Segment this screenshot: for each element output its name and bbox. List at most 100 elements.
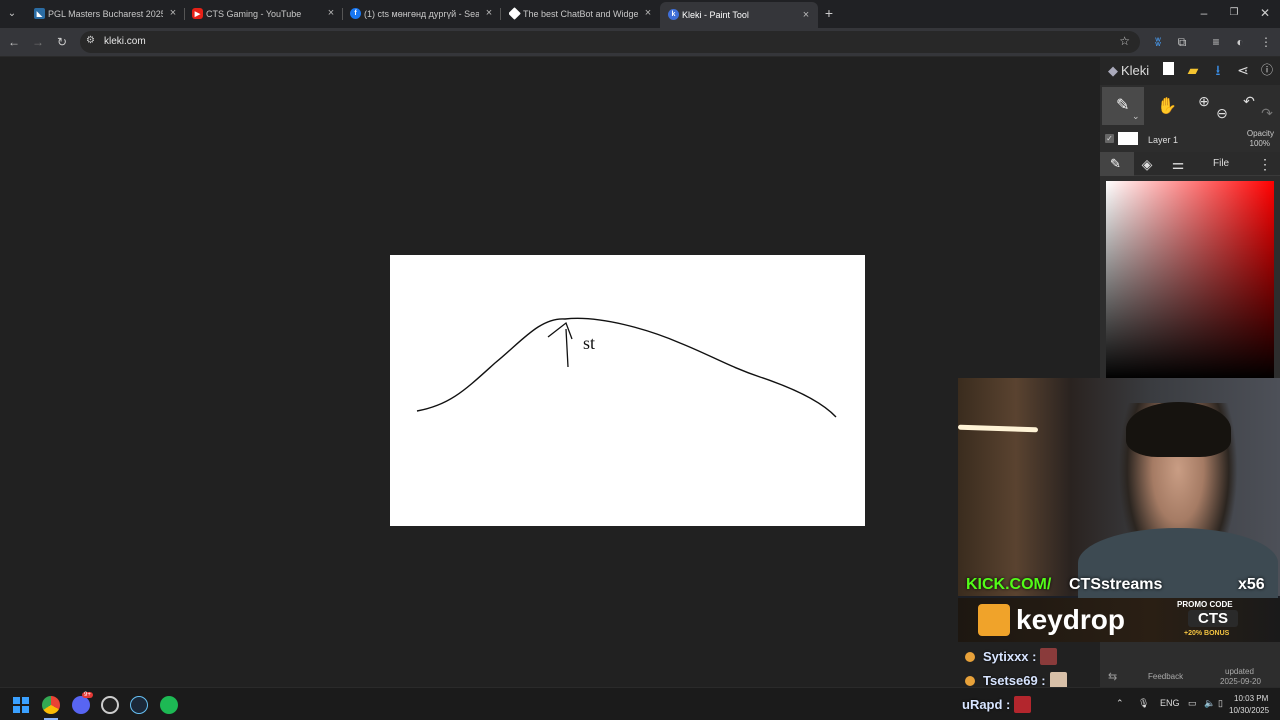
chat-message: uRapd : [962,696,1032,713]
extensions-puzzle-icon[interactable]: ⧉ [1174,34,1190,50]
youtube-icon: ▶ [192,8,203,19]
reading-list-icon[interactable]: ≡ [1208,34,1224,50]
tray-overflow-chevron-icon[interactable]: ⌃ [1116,698,1124,709]
chat-username: Sytixxx : [983,649,1037,664]
windows-start-icon[interactable] [13,697,29,713]
address-text: kleki.com [104,36,146,47]
close-icon[interactable]: × [483,7,495,19]
sponsor-banner: keydrop PROMO CODE CTS +20% BONUS [958,598,1280,642]
close-icon[interactable]: × [642,7,654,19]
extension-bluetooth-icon[interactable]: ʬ [1150,34,1166,50]
webcam-feed [958,378,1280,598]
browser-tab-strip: ⌄ ◣ PGL Masters Bucharest 2025 cs × ▶ CT… [0,0,1280,28]
tab-file[interactable]: File [1213,158,1229,169]
kleki-brand: Kleki [1121,63,1150,78]
opacity-label: Opacity [1246,129,1274,138]
site-info-icon[interactable]: ⚙ [86,35,95,46]
chevron-down-icon[interactable]: ⌄ [1132,111,1140,122]
bookmark-star-icon[interactable]: ☆ [1119,34,1130,48]
open-folder-icon[interactable]: ▰ [1183,60,1203,80]
chat-badge-icon [965,651,975,662]
layer-thumbnail [1118,132,1138,145]
tab-divider [184,8,185,20]
battery-icon[interactable]: ▯ [1218,698,1223,709]
redo-icon[interactable]: ↷ [1257,103,1277,123]
menu-kebab-icon[interactable]: ⋮ [1258,34,1274,50]
back-icon[interactable]: ← [6,34,22,50]
kleki-footer: ⇆ Feedback updated 2025-09-20 [1100,665,1280,687]
kleki-header: ◆ Kleki ▰ ⭳ ⋖ ⓘ [1100,57,1280,85]
network-icon[interactable]: ▭ [1188,698,1197,709]
obs-icon[interactable] [101,696,119,714]
updated-date: 2025-09-20 [1220,677,1261,686]
promo-bonus: +20% BONUS [1184,630,1230,637]
kleki-tool-row: ✎ ⌄ ✋ ⊕ ⊖ ↶ ↷ [1100,87,1280,127]
chat-badge-icon [965,675,975,686]
color-picker[interactable] [1106,181,1274,379]
adjustments-icon[interactable]: ⚌ [1168,154,1188,174]
tab-search-chevron-icon[interactable]: ⌄ [4,6,20,22]
drawing-area[interactable]: st [0,57,1100,687]
zoom-in-icon[interactable]: ⊕ [1194,91,1214,111]
spotify-icon[interactable] [160,696,178,714]
help-icon[interactable]: ⓘ [1257,60,1277,80]
new-tab-button[interactable]: + [821,5,837,21]
clock-time[interactable]: 10:03 PM [1234,694,1268,703]
reload-icon[interactable]: ↻ [54,34,70,50]
zoom-out-icon[interactable]: ⊖ [1212,103,1232,123]
layers-icon[interactable]: ◈ [1137,154,1157,174]
layer-row[interactable]: ✓ Layer 1 Opacity 100% [1100,129,1280,151]
tab-label: CTS Gaming - YouTube [206,9,302,19]
layer-name: Layer 1 [1148,135,1179,145]
close-icon[interactable]: × [325,7,337,19]
chat-emote-icon [1014,696,1032,713]
paint-canvas[interactable]: st [390,255,865,526]
feedback-link[interactable]: Feedback [1148,672,1183,681]
close-icon[interactable]: × [800,9,812,21]
facebook-icon: f [350,8,361,19]
tab-pgl[interactable]: ◣ PGL Masters Bucharest 2025 cs × [34,3,179,25]
forward-icon[interactable]: → [30,34,46,50]
profile-avatar-icon[interactable]: ◐ [1232,34,1248,50]
tab-brush[interactable]: ✎ [1100,152,1134,176]
tab-divider [342,8,343,20]
brush-tool-button[interactable]: ✎ ⌄ [1102,87,1144,125]
new-image-icon[interactable] [1158,60,1178,80]
stream-overlay: KICK.COM/ CTSstreams x56 keydrop PROMO C… [958,378,1280,642]
promo-box: PROMO CODE CTS +20% BONUS [1172,600,1268,640]
discord-icon[interactable] [72,696,90,714]
undo-icon[interactable]: ↶ [1239,91,1259,111]
swap-icon[interactable]: ⇆ [1108,670,1117,683]
hand-tool-icon[interactable]: ✋ [1157,97,1177,117]
close-icon[interactable]: × [167,7,179,19]
tab-kleki[interactable]: k Kleki - Paint Tool × [660,2,818,28]
browser-toolbar: ← → ↻ ⚙ kleki.com ☆ ʬ ⧉ ≡ ◐ ⋮ [0,28,1280,57]
canvas-drawing: st [416,317,837,418]
tab-label: PGL Masters Bucharest 2025 cs [48,9,163,19]
kleki-logo-icon: ◆ [1108,63,1118,78]
more-menu-icon[interactable]: ⋮ [1255,154,1275,174]
address-bar[interactable]: ⚙ kleki.com ☆ [80,31,1140,53]
tab-facebook[interactable]: f (1) cts мөнгөнд дургүй - Search × [350,3,495,25]
clock-date[interactable]: 10/30/2025 [1229,706,1269,715]
kleki-tabs: ✎ ◈ ⚌ File ⋮ [1100,152,1280,176]
download-icon[interactable]: ⭳ [1208,60,1228,80]
tab-youtube[interactable]: ▶ CTS Gaming - YouTube × [192,3,337,25]
share-icon[interactable]: ⋖ [1233,60,1253,80]
layer-visibility-checkbox[interactable]: ✓ [1105,134,1114,143]
chat-emote-icon [1040,648,1058,665]
language-indicator[interactable]: ENG [1160,698,1180,708]
microphone-icon[interactable]: 🎙 [1138,698,1149,709]
tab-divider [500,8,501,20]
light-strip [958,424,1039,433]
emote-multiplier: x56 [1238,576,1265,593]
hltv-icon: ◣ [34,8,45,19]
volume-icon[interactable]: 🔈 [1204,698,1215,709]
chrome-icon[interactable] [42,696,60,714]
promo-code: CTS [1188,610,1238,627]
tab-botrix[interactable]: The best ChatBot and Widgets × [509,3,654,25]
steam-icon[interactable] [130,696,148,714]
minimize-icon[interactable]: – [1196,5,1212,21]
window-close-icon[interactable]: ✕ [1257,5,1273,21]
restore-icon[interactable]: ❐ [1226,5,1242,21]
